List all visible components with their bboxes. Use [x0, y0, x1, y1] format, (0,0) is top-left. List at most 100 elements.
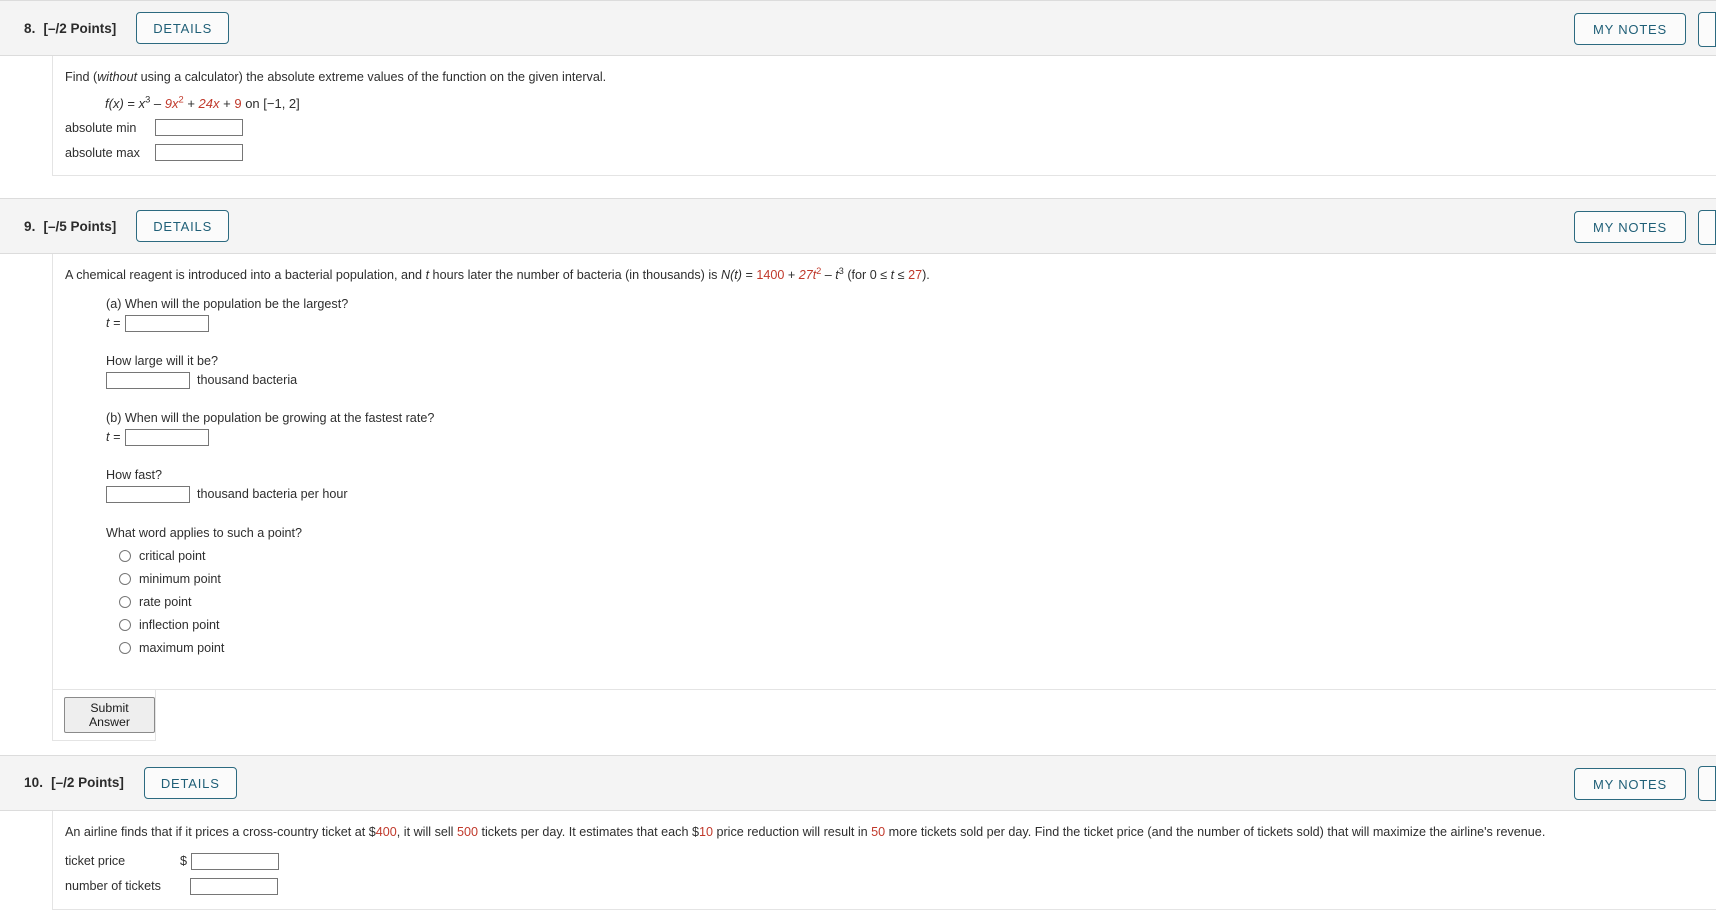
number-of-tickets-label: number of tickets	[65, 879, 161, 894]
q10-price-400: 400	[375, 824, 397, 839]
question-9-part-b-label: (b) When will the population be growing …	[106, 410, 435, 425]
absolute-max-label: absolute max	[65, 145, 140, 160]
q9-tail-le: ≤	[894, 268, 909, 283]
radio-label-rate-point: rate point	[139, 594, 192, 609]
q10-prompt-s3: tickets per day. It estimates that each …	[478, 824, 699, 839]
radio-option-rate-point[interactable]: rate point	[53, 595, 1716, 609]
q8-eq: =	[123, 96, 139, 112]
q9-tail-close: ).	[922, 268, 930, 283]
absolute-min-input[interactable]	[155, 119, 243, 137]
q8-coef-24x: 24x	[198, 96, 220, 112]
q8-prompt-emphasis: without	[97, 70, 138, 84]
q8-interval: on [−1, 2]	[241, 96, 300, 112]
question-9: 9. [–/5 Points] DETAILS MY NOTES A chemi…	[0, 198, 1716, 741]
question-10-points: [–/2 Points]	[51, 775, 124, 790]
my-notes-button-10[interactable]: MY NOTES	[1573, 767, 1686, 800]
q8-prompt-part1: Find (	[65, 70, 98, 84]
question-9-submit-bar: Submit Answer	[52, 689, 156, 741]
number-of-tickets-input[interactable]	[190, 877, 278, 895]
q9-how-fast-unit: thousand bacteria per hour	[197, 487, 348, 501]
spacer-9-10	[0, 741, 1716, 755]
radio-label-critical-point: critical point	[139, 548, 206, 563]
q9-prompt-s1: A chemical reagent is introduced into a …	[65, 268, 426, 283]
question-10-number: 10.	[24, 775, 44, 790]
q9-term-27t: 27t	[798, 268, 817, 283]
q9-how-large-input[interactable]	[106, 371, 190, 389]
radio-input-minimum-point[interactable]	[119, 572, 131, 585]
q9-part-a-input[interactable]	[125, 314, 210, 332]
question-9-how-fast-row: thousand bacteria per hour	[53, 485, 1716, 503]
dollar-sign-prefix: $	[180, 854, 188, 869]
question-9-how-large-row: thousand bacteria	[53, 371, 1716, 389]
question-8-prompt: Find (without using a calculator) the ab…	[53, 56, 1716, 86]
details-button-8[interactable]: DETAILS	[136, 12, 230, 44]
question-9-header-actions: MY NOTES	[1573, 199, 1716, 255]
question-9-points: [–/5 Points]	[43, 218, 117, 234]
q8-prompt-part3: using a calculator) the absolute extreme…	[137, 70, 607, 84]
q8-const-9: 9	[234, 96, 242, 112]
my-notes-button-9[interactable]: MY NOTES	[1573, 211, 1686, 244]
absolute-min-label: absolute min	[65, 120, 137, 135]
question-8-body: Find (without using a calculator) the ab…	[52, 56, 1716, 177]
question-9-part-a-row: t =	[53, 314, 1716, 332]
q10-prompt-s1: An airline finds that if it prices a cro…	[65, 824, 376, 839]
q9-const-1400: 1400	[756, 268, 785, 283]
question-9-header: 9. [–/5 Points] DETAILS MY NOTES	[0, 198, 1716, 255]
q8-fx: f(x)	[105, 96, 124, 112]
question-10-header-actions: MY NOTES	[1573, 756, 1716, 812]
question-8-points: [–/2 Points]	[43, 20, 117, 36]
radio-input-critical-point[interactable]	[119, 549, 131, 562]
submit-answer-button-9[interactable]: Submit Answer	[64, 696, 155, 733]
practice-another-button-8[interactable]	[1698, 11, 1716, 47]
radio-label-minimum-point: minimum point	[139, 571, 221, 586]
question-9-part-b-row: t =	[53, 428, 1716, 446]
question-9-radio-question: What word applies to such a point?	[106, 525, 303, 540]
q10-prompt-s4: price reduction will result in	[712, 824, 872, 839]
practice-another-button-9[interactable]	[1698, 209, 1716, 245]
q9-eq: =	[741, 268, 757, 283]
question-10-body: An airline finds that if it prices a cro…	[52, 810, 1716, 910]
radio-input-maximum-point[interactable]	[119, 641, 131, 654]
radio-option-inflection-point[interactable]: inflection point	[53, 618, 1716, 632]
q9-part-b-input[interactable]	[125, 428, 210, 446]
question-10-header: 10. [–/2 Points] DETAILS MY NOTES	[0, 754, 1716, 812]
question-8-number: 8.	[24, 20, 36, 36]
my-notes-button-8[interactable]: MY NOTES	[1573, 13, 1686, 45]
question-8-answer-row-max: absolute max	[53, 144, 1716, 162]
radio-input-rate-point[interactable]	[119, 595, 131, 608]
q10-tickets-500: 500	[456, 824, 478, 839]
q9b-t-equals: t =	[106, 430, 121, 444]
absolute-max-input[interactable]	[155, 144, 243, 162]
practice-another-button-10[interactable]	[1698, 766, 1716, 801]
question-10: 10. [–/2 Points] DETAILS MY NOTES An air…	[0, 754, 1716, 910]
question-8-answer-row-min: absolute min	[53, 119, 1716, 137]
question-8: 8. [–/2 Points] DETAILS MY NOTES Find (w…	[0, 0, 1716, 177]
q8-plus1: +	[183, 96, 199, 112]
q9-prompt-s2: hours later the number of bacteria (in t…	[429, 268, 721, 283]
question-9-number: 9.	[24, 218, 36, 234]
radio-option-maximum-point[interactable]: maximum point	[53, 641, 1716, 655]
q9-upper-bound-27: 27	[908, 268, 923, 283]
q9-how-large-unit: thousand bacteria	[197, 373, 298, 387]
radio-label-maximum-point: maximum point	[139, 640, 225, 655]
question-9-how-large-label: How large will it be?	[106, 353, 218, 368]
radio-input-inflection-point[interactable]	[119, 618, 131, 631]
radio-option-minimum-point[interactable]: minimum point	[53, 572, 1716, 586]
question-8-header-actions: MY NOTES	[1573, 1, 1716, 57]
q10-prompt-s5: more tickets sold per day. Find the tick…	[885, 824, 1546, 839]
q8-plus2: +	[219, 96, 235, 112]
q10-reduction-10: 10	[698, 824, 713, 839]
ticket-price-input[interactable]	[191, 852, 280, 870]
q9a-t-equals: t =	[106, 316, 121, 330]
radio-option-critical-point[interactable]: critical point	[53, 549, 1716, 563]
details-button-9[interactable]: DETAILS	[136, 210, 230, 243]
details-button-10[interactable]: DETAILS	[143, 766, 237, 799]
q9-nt: N(t)	[720, 268, 742, 283]
question-10-prompt: An airline finds that if it prices a cro…	[53, 811, 1716, 841]
question-9-how-fast-label: How fast?	[106, 467, 162, 482]
question-9-body: A chemical reagent is introduced into a …	[52, 254, 1716, 689]
radio-label-inflection-point: inflection point	[139, 617, 220, 632]
q9-how-fast-input[interactable]	[106, 485, 190, 503]
ticket-price-label: ticket price	[65, 854, 126, 869]
question-10-number-of-tickets-row: number of tickets	[53, 877, 1716, 895]
